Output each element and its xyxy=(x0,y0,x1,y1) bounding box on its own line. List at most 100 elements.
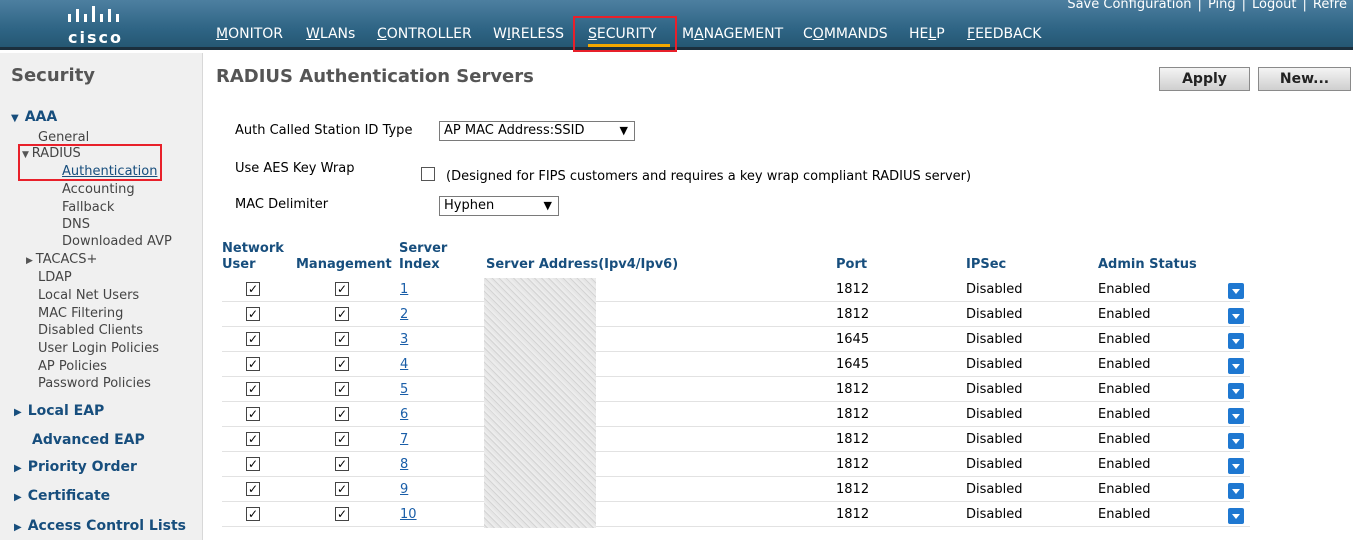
network-user-checkbox[interactable]: ✓ xyxy=(246,307,260,321)
row-actions-dropdown-icon[interactable] xyxy=(1228,283,1244,299)
sidebar-item-user-login-policies[interactable]: User Login Policies xyxy=(38,341,159,356)
col-management: Management xyxy=(296,257,392,272)
management-checkbox[interactable]: ✓ xyxy=(335,482,349,496)
row-actions-dropdown-icon[interactable] xyxy=(1228,483,1244,499)
server-index-link[interactable]: 5 xyxy=(400,382,408,397)
sidebar-item-advanced-eap[interactable]: Advanced EAP xyxy=(32,432,145,448)
nav-commands[interactable]: COMMANDS xyxy=(803,26,888,42)
sidebar-item-ap-policies[interactable]: AP Policies xyxy=(38,359,107,374)
sidebar-item-accounting[interactable]: Accounting xyxy=(62,182,135,197)
nav-security-highlight xyxy=(573,16,677,52)
sidebar-item-fallback[interactable]: Fallback xyxy=(62,200,114,215)
server-index-link[interactable]: 10 xyxy=(400,507,417,522)
server-index-link[interactable]: 8 xyxy=(400,457,408,472)
network-user-checkbox[interactable]: ✓ xyxy=(246,382,260,396)
row-actions-dropdown-icon[interactable] xyxy=(1228,383,1244,399)
col-server-index: Server Index xyxy=(399,241,448,272)
sidebar-item-local-net-users[interactable]: Local Net Users xyxy=(38,288,139,303)
sidebar-item-mac-filtering[interactable]: MAC Filtering xyxy=(38,306,123,321)
management-checkbox[interactable]: ✓ xyxy=(335,407,349,421)
page-title: RADIUS Authentication Servers xyxy=(216,66,534,87)
port-cell: 1645 xyxy=(836,332,870,347)
ipsec-cell: Disabled xyxy=(966,307,1023,322)
aes-key-wrap-checkbox[interactable] xyxy=(421,167,435,181)
management-checkbox[interactable]: ✓ xyxy=(335,307,349,321)
aes-key-wrap-note: (Designed for FIPS customers and require… xyxy=(446,169,972,184)
network-user-checkbox[interactable]: ✓ xyxy=(246,357,260,371)
row-actions-dropdown-icon[interactable] xyxy=(1228,358,1244,374)
row-actions-dropdown-icon[interactable] xyxy=(1228,433,1244,449)
sidebar-item-access-control-lists[interactable]: ▶ Access Control Lists xyxy=(14,518,186,534)
row-actions-dropdown-icon[interactable] xyxy=(1228,508,1244,524)
row-actions-dropdown-icon[interactable] xyxy=(1228,408,1244,424)
network-user-checkbox[interactable]: ✓ xyxy=(246,432,260,446)
network-user-checkbox[interactable]: ✓ xyxy=(246,507,260,521)
caret-right-icon: ▶ xyxy=(26,256,36,266)
mac-delimiter-select[interactable]: Hyphen ▼ xyxy=(439,196,559,216)
nav-help[interactable]: HELP xyxy=(909,26,945,42)
sidebar-item-priority-order[interactable]: ▶ Priority Order xyxy=(14,459,137,475)
server-index-link[interactable]: 2 xyxy=(400,307,408,322)
caret-down-icon: ▼ xyxy=(11,113,19,124)
server-index-link[interactable]: 1 xyxy=(400,282,408,297)
sidebar-item-aaa[interactable]: ▼ AAA xyxy=(11,109,57,125)
ipsec-cell: Disabled xyxy=(966,282,1023,297)
auth-called-station-select[interactable]: AP MAC Address:SSID ▼ xyxy=(439,121,635,141)
mac-delimiter-label: MAC Delimiter xyxy=(235,197,329,212)
server-index-link[interactable]: 4 xyxy=(400,357,408,372)
table-row: ✓ ✓ 4 1645 Disabled Enabled xyxy=(222,352,1250,377)
management-checkbox[interactable]: ✓ xyxy=(335,357,349,371)
sidebar-item-certificate[interactable]: ▶ Certificate xyxy=(14,488,110,504)
sidebar-item-tacacs[interactable]: ▶ TACACS+ xyxy=(26,252,97,267)
ipsec-cell: Disabled xyxy=(966,382,1023,397)
ipsec-cell: Disabled xyxy=(966,357,1023,372)
sidebar-item-password-policies[interactable]: Password Policies xyxy=(38,376,151,391)
apply-button[interactable]: Apply xyxy=(1159,67,1250,91)
nav-wlans[interactable]: WLANs xyxy=(306,26,355,42)
new-button[interactable]: New... xyxy=(1258,67,1351,91)
row-actions-dropdown-icon[interactable] xyxy=(1228,333,1244,349)
management-checkbox[interactable]: ✓ xyxy=(335,332,349,346)
sidebar-item-general[interactable]: General xyxy=(38,130,89,145)
management-checkbox[interactable]: ✓ xyxy=(335,282,349,296)
nav-management[interactable]: MANAGEMENT xyxy=(682,26,783,42)
nav-feedback[interactable]: FEEDBACK xyxy=(967,26,1041,42)
save-configuration-link[interactable]: Save Configuration xyxy=(1067,0,1191,12)
management-checkbox[interactable]: ✓ xyxy=(335,432,349,446)
network-user-checkbox[interactable]: ✓ xyxy=(246,457,260,471)
admin-status-cell: Enabled xyxy=(1098,507,1151,522)
sidebar-item-downloaded-avp[interactable]: Downloaded AVP xyxy=(62,234,172,249)
chevron-down-icon: ▼ xyxy=(543,199,552,212)
network-user-checkbox[interactable]: ✓ xyxy=(246,482,260,496)
nav-controller[interactable]: CONTROLLER xyxy=(377,26,472,42)
sidebar-item-dns[interactable]: DNS xyxy=(62,217,90,232)
sidebar-title: Security xyxy=(11,65,96,86)
server-index-link[interactable]: 9 xyxy=(400,482,408,497)
management-checkbox[interactable]: ✓ xyxy=(335,382,349,396)
row-actions-dropdown-icon[interactable] xyxy=(1228,308,1244,324)
server-index-link[interactable]: 7 xyxy=(400,432,408,447)
network-user-checkbox[interactable]: ✓ xyxy=(246,282,260,296)
server-index-link[interactable]: 6 xyxy=(400,407,408,422)
sidebar-radius-highlight xyxy=(18,144,162,181)
nav-wireless[interactable]: WIRELESS xyxy=(493,26,564,42)
admin-status-cell: Enabled xyxy=(1098,332,1151,347)
management-checkbox[interactable]: ✓ xyxy=(335,457,349,471)
refresh-link[interactable]: Refre xyxy=(1313,0,1347,12)
caret-right-icon: ▶ xyxy=(14,463,22,474)
network-user-checkbox[interactable]: ✓ xyxy=(246,407,260,421)
admin-status-cell: Enabled xyxy=(1098,432,1151,447)
sidebar-item-local-eap[interactable]: ▶ Local EAP xyxy=(14,403,104,419)
row-actions-dropdown-icon[interactable] xyxy=(1228,458,1244,474)
ipsec-cell: Disabled xyxy=(966,407,1023,422)
ping-link[interactable]: Ping xyxy=(1208,0,1236,12)
server-index-link[interactable]: 3 xyxy=(400,332,408,347)
sidebar-item-ldap[interactable]: LDAP xyxy=(38,270,72,285)
logout-link[interactable]: Logout xyxy=(1252,0,1297,12)
port-cell: 1812 xyxy=(836,432,870,447)
management-checkbox[interactable]: ✓ xyxy=(335,507,349,521)
nav-monitor[interactable]: MONITOR xyxy=(216,26,283,42)
sidebar-item-disabled-clients[interactable]: Disabled Clients xyxy=(38,323,143,338)
network-user-checkbox[interactable]: ✓ xyxy=(246,332,260,346)
caret-right-icon: ▶ xyxy=(14,407,22,418)
